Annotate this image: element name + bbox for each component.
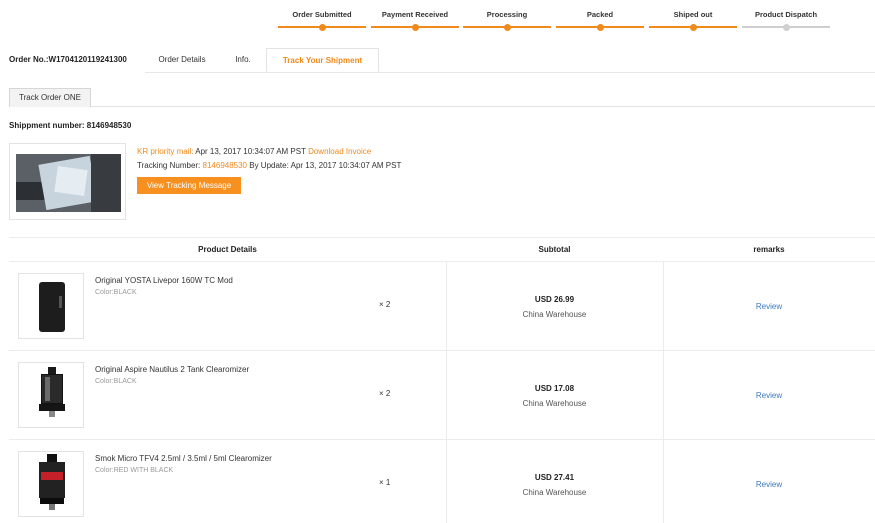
tank-cap — [47, 454, 57, 462]
tank-glass — [39, 462, 65, 498]
tracking-number-link[interactable]: 8146948530 — [203, 161, 248, 170]
product-color: Color:BLACK — [95, 378, 137, 385]
product-subtotal: USD 27.41 — [534, 473, 575, 482]
progress-step-label: Processing — [486, 10, 528, 19]
product-subtotal: USD 17.08 — [534, 384, 575, 393]
download-invoice-link[interactable]: Download Invoice — [308, 147, 371, 156]
progress-step-label: Product Dispatch — [754, 10, 818, 19]
product-name[interactable]: Original YOSTA Livepor 160W TC Mod — [95, 276, 233, 285]
tracking-number-label: Tracking Number: — [137, 161, 201, 170]
progress-dot-icon — [782, 23, 790, 31]
progress-step-label: Shiped out — [673, 10, 713, 19]
product-color: Color:BLACK — [95, 289, 137, 296]
tank-icon[interactable] — [18, 362, 84, 428]
progress-dot-icon — [411, 23, 419, 31]
box-mod-icon[interactable] — [18, 273, 84, 339]
column-divider — [446, 351, 447, 439]
product-name[interactable]: Original Aspire Nautilus 2 Tank Clearomi… — [95, 365, 249, 374]
review-link[interactable]: Review — [663, 480, 875, 489]
ship-date: Apr 13, 2017 10:34:07 AM PST — [195, 147, 306, 156]
view-tracking-message-button[interactable]: View Tracking Message — [137, 177, 241, 194]
product-name[interactable]: Smok Micro TFV4 2.5ml / 3.5ml / 5ml Clea… — [95, 454, 272, 463]
header-subtotal: Subtotal — [538, 245, 571, 254]
progress-step-shipped-out: Shiped out — [649, 8, 737, 32]
shipment-subtabs: Track Order ONE — [9, 88, 875, 107]
photo-shadow — [91, 154, 121, 212]
product-warehouse: China Warehouse — [522, 488, 587, 497]
table-header: Product Details Subtotal remarks — [9, 238, 875, 262]
product-quantity: × 2 — [379, 300, 391, 309]
progress-dot-icon — [596, 23, 604, 31]
column-divider — [446, 262, 447, 350]
progress-step-product-dispatch: Product Dispatch — [742, 8, 830, 32]
progress-dot-icon — [503, 23, 511, 31]
header-remarks: remarks — [753, 245, 785, 254]
tank-pin — [49, 504, 55, 510]
product-subtotal: USD 26.99 — [534, 295, 575, 304]
product-quantity: × 1 — [379, 478, 391, 487]
progress-dot-icon — [318, 23, 326, 31]
progress-step-label: Packed — [586, 10, 614, 19]
shipment-photo-frame — [9, 143, 126, 220]
progress-step-label: Order Submitted — [292, 10, 352, 19]
shipment-carrier-line: KR priority mail: Apr 13, 2017 10:34:07 … — [137, 147, 457, 157]
tab-track-your-shipment[interactable]: Track Your Shipment — [266, 48, 379, 72]
mod-button — [59, 296, 62, 308]
order-number: Order No.:W1704120119241300 — [9, 55, 127, 64]
progress-step-payment-received: Payment Received — [371, 8, 459, 32]
review-link[interactable]: Review — [663, 302, 875, 311]
tank-base — [39, 404, 65, 411]
update-date: Apr 13, 2017 10:34:07 AM PST — [290, 161, 402, 170]
product-color: Color:RED WITH BLACK — [95, 467, 174, 474]
photo-package-label — [54, 166, 88, 196]
product-warehouse: China Warehouse — [522, 399, 587, 408]
tab-order-details[interactable]: Order Details — [145, 48, 219, 72]
tank-pin — [49, 411, 55, 417]
table-row: Original YOSTA Livepor 160W TC Mod Color… — [9, 262, 875, 351]
shipment-info: KR priority mail: Apr 13, 2017 10:34:07 … — [137, 147, 457, 171]
product-warehouse: China Warehouse — [522, 310, 587, 319]
tank-glass-highlight — [45, 377, 50, 401]
progress-dot-icon — [689, 23, 697, 31]
tank-icon[interactable] — [18, 451, 84, 517]
review-link[interactable]: Review — [663, 391, 875, 400]
tank-red-band — [41, 472, 63, 480]
table-row: Smok Micro TFV4 2.5ml / 3.5ml / 5ml Clea… — [9, 440, 875, 523]
shipment-tracking-line: Tracking Number: 8146948530 By Update: A… — [137, 161, 457, 171]
tab-info[interactable]: Info. — [221, 48, 265, 72]
product-table: Product Details Subtotal remarks Origina… — [9, 237, 875, 523]
header-product-details: Product Details — [198, 245, 257, 254]
table-row: Original Aspire Nautilus 2 Tank Clearomi… — [9, 351, 875, 440]
tab-track-order-one[interactable]: Track Order ONE — [9, 88, 91, 107]
tabs-divider — [145, 72, 875, 73]
carrier-name: KR priority mail: — [137, 147, 194, 156]
update-label: By Update: — [249, 161, 289, 170]
progress-step-packed: Packed — [556, 8, 644, 32]
progress-step-label: Payment Received — [381, 10, 449, 19]
product-quantity: × 2 — [379, 389, 391, 398]
shipment-number: Shippment number: 8146948530 — [9, 121, 132, 130]
progress-step-order-submitted: Order Submitted — [278, 8, 366, 32]
package-photo-icon[interactable] — [16, 154, 121, 212]
tank-cap — [48, 367, 56, 374]
progress-step-processing: Processing — [463, 8, 551, 32]
